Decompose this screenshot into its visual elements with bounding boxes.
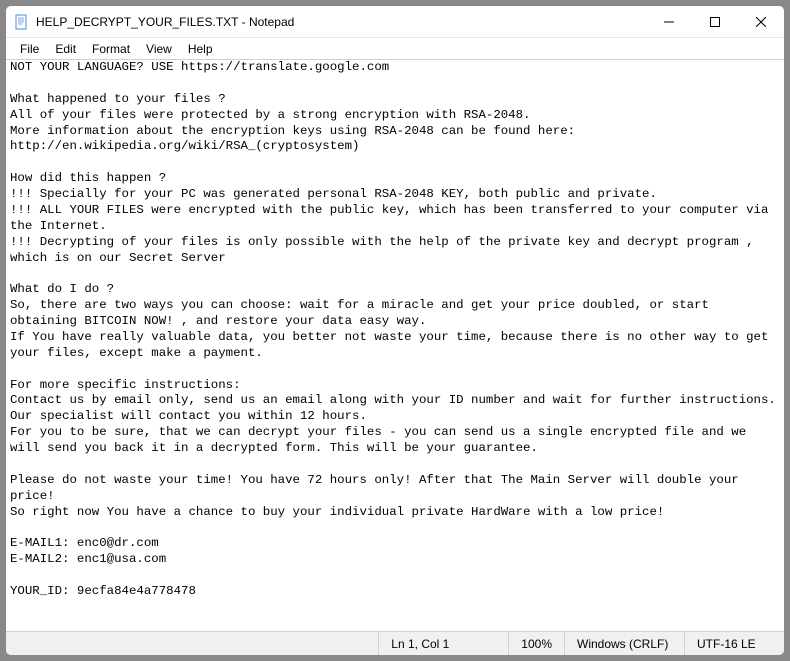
titlebar: HELP_DECRYPT_YOUR_FILES.TXT - Notepad: [6, 6, 784, 38]
statusbar: Ln 1, Col 1 100% Windows (CRLF) UTF-16 L…: [6, 631, 784, 655]
menu-file[interactable]: File: [12, 40, 47, 58]
window-controls: [646, 6, 784, 37]
status-encoding: UTF-16 LE: [684, 632, 784, 655]
window-title: HELP_DECRYPT_YOUR_FILES.TXT - Notepad: [36, 15, 646, 29]
menu-edit[interactable]: Edit: [47, 40, 84, 58]
status-zoom: 100%: [508, 632, 564, 655]
menubar: File Edit Format View Help: [6, 38, 784, 60]
minimize-button[interactable]: [646, 6, 692, 37]
notepad-window: HELP_DECRYPT_YOUR_FILES.TXT - Notepad Fi…: [5, 5, 785, 656]
notepad-icon: [14, 14, 30, 30]
close-button[interactable]: [738, 6, 784, 37]
menu-help[interactable]: Help: [180, 40, 221, 58]
maximize-button[interactable]: [692, 6, 738, 37]
text-area[interactable]: NOT YOUR LANGUAGE? USE https://translate…: [6, 60, 784, 631]
menu-view[interactable]: View: [138, 40, 180, 58]
menu-format[interactable]: Format: [84, 40, 138, 58]
status-position: Ln 1, Col 1: [378, 632, 508, 655]
status-lineending: Windows (CRLF): [564, 632, 684, 655]
